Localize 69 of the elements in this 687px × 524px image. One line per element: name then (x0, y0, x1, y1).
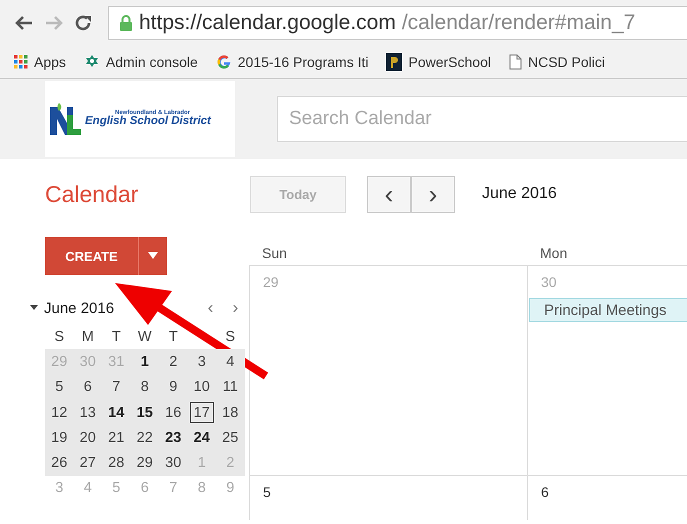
back-icon[interactable] (14, 14, 34, 30)
dropdown-button[interactable] (139, 237, 167, 275)
day[interactable]: 19 (45, 425, 74, 450)
search-field[interactable]: Search Calendar (277, 96, 687, 142)
day-number: 29 (263, 274, 279, 290)
weekday-header: Mon (539, 244, 568, 263)
day[interactable]: 17 (188, 400, 216, 426)
day[interactable]: 24 (188, 425, 216, 450)
day[interactable]: 27 (74, 450, 102, 476)
day[interactable]: 4 (216, 349, 244, 375)
day[interactable]: 21 (102, 425, 130, 450)
month-label: June 2016 (44, 300, 116, 316)
day[interactable]: 23 (159, 425, 188, 450)
day[interactable]: 26 (45, 450, 74, 476)
event-chip[interactable]: Principal Meetings (529, 298, 687, 322)
weekday-header: Sun (261, 244, 288, 263)
day[interactable]: 18 (216, 400, 244, 426)
weekday-label: T (110, 328, 122, 347)
collapse-caret-icon[interactable] (30, 305, 38, 311)
day[interactable]: 12 (45, 400, 74, 426)
day[interactable]: 13 (74, 400, 102, 426)
weekday-label: S (224, 328, 236, 347)
apps-grid-icon (14, 54, 28, 68)
create-button[interactable]: CREATE (45, 237, 139, 275)
next-month-button[interactable]: › (223, 298, 248, 318)
day[interactable]: 28 (102, 450, 130, 476)
day-number: 5 (263, 484, 271, 500)
weekday-label: S (53, 328, 66, 347)
day[interactable]: 22 (130, 425, 159, 450)
day[interactable]: 14 (102, 400, 130, 426)
app-title: Calendar (45, 180, 140, 208)
day[interactable]: 3 (188, 349, 216, 375)
day-number: 30 (541, 274, 557, 290)
day[interactable]: 15 (130, 400, 159, 426)
day-number: 6 (541, 484, 549, 500)
day[interactable]: 16 (159, 400, 188, 426)
day[interactable]: 8 (130, 374, 159, 400)
bookmark[interactable]: 2015-16 Programs Iti (216, 54, 368, 70)
page-icon (508, 54, 522, 70)
day[interactable]: 2 (159, 349, 188, 375)
day[interactable]: 10 (188, 374, 216, 400)
previous-button[interactable]: ‹ (367, 176, 411, 212)
day[interactable]: 29 (130, 450, 159, 476)
day[interactable]: 5 (45, 374, 74, 400)
bookmark[interactable]: PowerSchool (386, 52, 491, 70)
weekday-label: W (136, 328, 153, 347)
weekday-label: T (168, 328, 179, 347)
day[interactable]: 7 (102, 374, 130, 400)
lock-icon (119, 14, 133, 32)
day[interactable]: 11 (216, 374, 244, 400)
day[interactable]: 30 (159, 450, 188, 476)
bookmark[interactable]: Apps (14, 54, 66, 70)
day[interactable]: 6 (74, 374, 102, 400)
day[interactable]: 20 (74, 425, 102, 450)
logo-mark-icon (47, 101, 83, 137)
bookmark[interactable]: NCSD Polici (508, 54, 605, 70)
previous-month-button[interactable]: ‹ (198, 298, 223, 318)
address-bar[interactable]: https://calendar.google.com /calendar/render#main_7 (108, 6, 687, 40)
bookmark[interactable]: Admin console (84, 54, 198, 70)
powerschool-icon (386, 52, 402, 70)
google-icon (216, 54, 232, 70)
logo-title: English School District (85, 116, 211, 128)
day[interactable]: 1 (130, 349, 159, 375)
period-label: June 2016 (482, 185, 557, 203)
day[interactable]: 9 (159, 374, 188, 400)
reload-icon[interactable] (74, 14, 94, 32)
weekday-label: M (80, 328, 95, 347)
next-button[interactable]: › (411, 176, 455, 212)
day[interactable]: 25 (216, 425, 244, 450)
